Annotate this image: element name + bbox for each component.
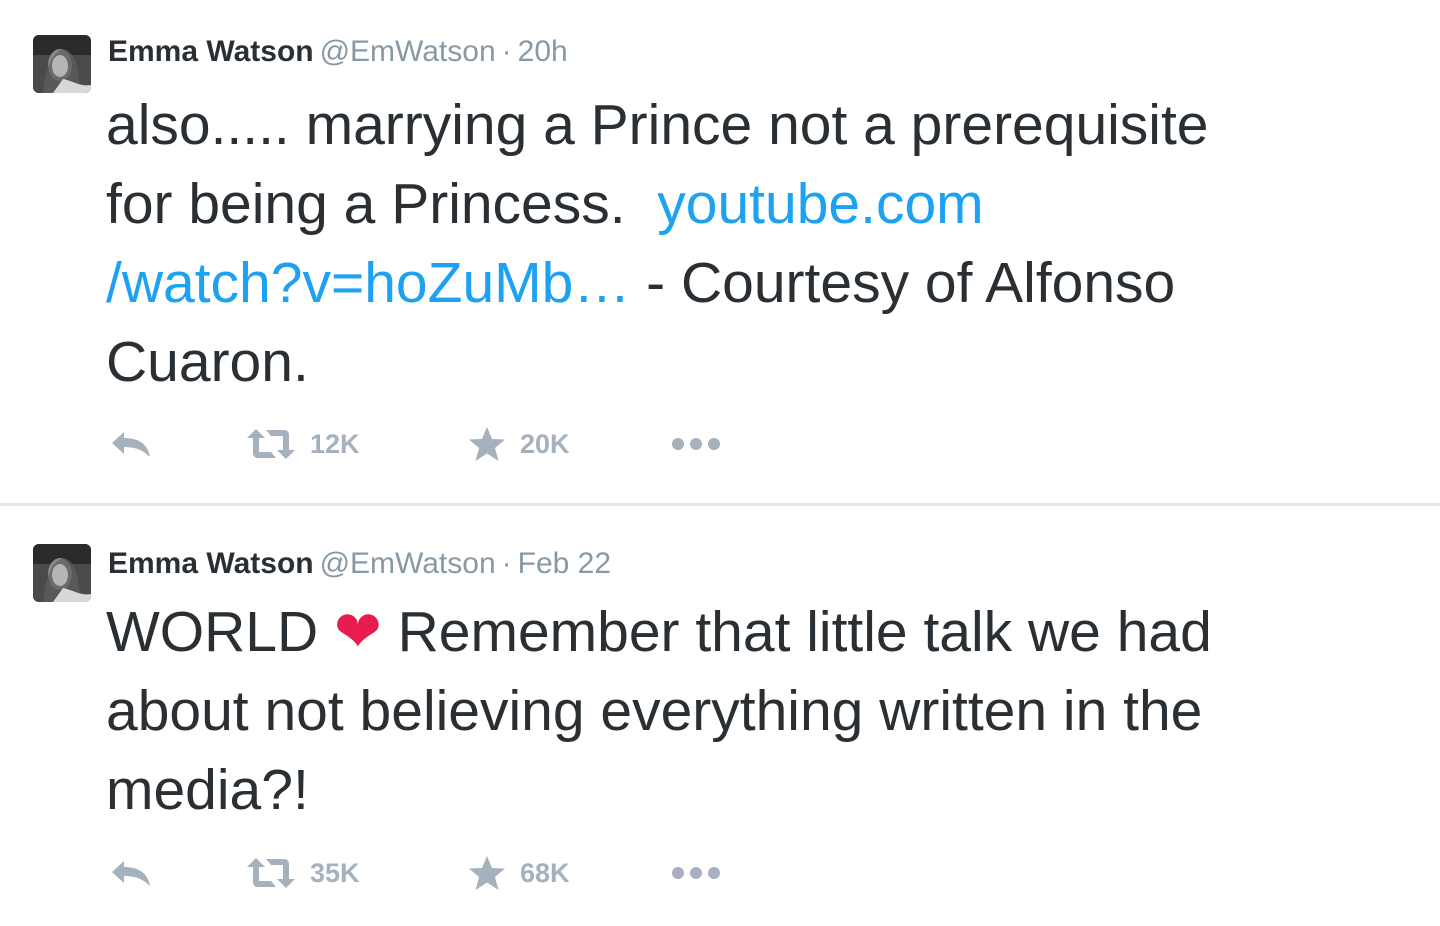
retweet-button[interactable]: 35K — [246, 853, 360, 893]
favorite-count: 68K — [520, 857, 570, 888]
avatar[interactable] — [33, 544, 91, 602]
retweet-icon — [246, 427, 296, 461]
tweet-header: Emma Watson @EmWatson · 20h — [108, 34, 568, 70]
retweet-icon — [246, 856, 296, 890]
heart-emoji: ❤ — [334, 600, 382, 664]
reply-button[interactable] — [110, 853, 152, 893]
avatar[interactable] — [33, 35, 91, 93]
tweet-timestamp[interactable]: 20h — [518, 35, 568, 68]
favorite-count: 20K — [520, 428, 570, 459]
tweet-header: Emma Watson @EmWatson · Feb 22 — [108, 546, 611, 582]
tweet-actions: 35K 68K — [110, 853, 810, 893]
author-handle[interactable]: @EmWatson — [320, 35, 496, 68]
star-icon — [468, 426, 506, 462]
more-dots-icon — [670, 863, 722, 883]
favorite-button[interactable]: 20K — [468, 424, 570, 464]
tweet[interactable]: Emma Watson @EmWatson · Feb 22 WORLD ❤ Reme… — [0, 507, 1440, 926]
separator-dot: · — [501, 35, 512, 68]
more-button[interactable] — [670, 424, 722, 464]
retweet-button[interactable]: 12K — [246, 424, 360, 464]
tweet-text-part: WORLD — [106, 600, 334, 664]
tweet-text: also..... marrying a Prince not a prereq… — [106, 86, 1406, 402]
tweet[interactable]: Emma Watson @EmWatson · 20h also..... marry… — [0, 0, 1440, 505]
separator-dot: · — [501, 547, 512, 580]
author-name[interactable]: Emma Watson — [108, 35, 314, 68]
favorite-button[interactable]: 68K — [468, 853, 570, 893]
retweet-count: 12K — [310, 428, 360, 459]
reply-button[interactable] — [110, 424, 152, 464]
tweet-divider — [0, 503, 1440, 506]
author-name[interactable]: Emma Watson — [108, 547, 314, 580]
tweet-timestamp[interactable]: Feb 22 — [518, 547, 611, 580]
author-handle[interactable]: @EmWatson — [320, 547, 496, 580]
reply-icon — [110, 858, 152, 888]
retweet-count: 35K — [310, 857, 360, 888]
tweet-text: WORLD ❤ Remember that little talk we had… — [106, 593, 1406, 830]
more-button[interactable] — [670, 853, 722, 893]
more-dots-icon — [670, 434, 722, 454]
reply-icon — [110, 429, 152, 459]
star-icon — [468, 855, 506, 891]
tweet-actions: 12K 20K — [110, 424, 810, 464]
